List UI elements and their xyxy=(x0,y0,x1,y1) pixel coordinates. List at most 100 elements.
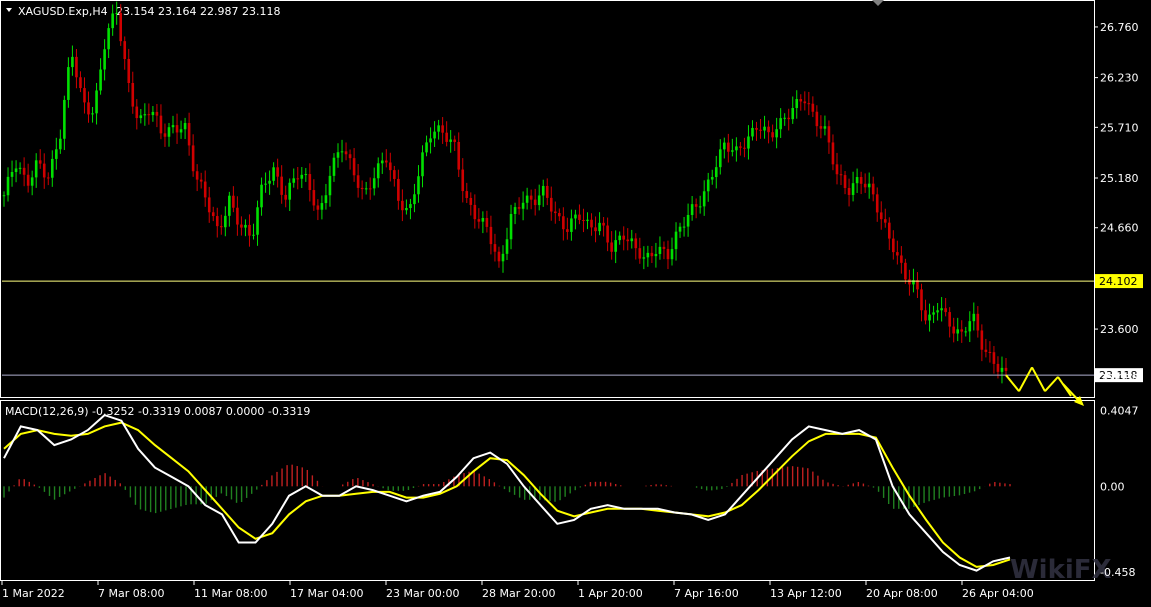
macd-layer xyxy=(3,413,1011,572)
candle-body xyxy=(320,203,324,210)
candle-body xyxy=(831,142,835,165)
candle-body xyxy=(638,248,642,259)
price-levels-layer: 24.10223.118 xyxy=(2,274,1143,383)
candle-body xyxy=(674,231,678,250)
candle-body xyxy=(646,252,650,258)
candle-body xyxy=(252,234,255,236)
candle-body xyxy=(630,238,634,242)
candle-body xyxy=(2,195,6,197)
candle-body xyxy=(384,160,388,163)
candle-body xyxy=(348,154,352,159)
candle-body xyxy=(924,310,927,321)
candle-body xyxy=(529,195,533,200)
candle-body xyxy=(634,238,638,249)
time-tick-label: 28 Mar 20:00 xyxy=(482,587,555,600)
candle-body xyxy=(835,164,839,175)
candle-body xyxy=(787,117,790,120)
candle-body xyxy=(670,249,674,260)
candle-body xyxy=(658,246,662,254)
candle-body xyxy=(151,111,155,116)
ohlc-values: 23.154 23.164 22.987 23.118 xyxy=(116,5,280,18)
candle-body xyxy=(509,213,513,240)
time-tick-label: 26 Apr 04:00 xyxy=(962,587,1034,600)
candle-body xyxy=(167,127,171,137)
chart-window[interactable]: XAGUSD.Exp,H4 23.154 23.164 22.987 23.11… xyxy=(0,0,1151,603)
candle-body xyxy=(264,183,267,185)
candle-body xyxy=(207,197,211,213)
time-tick-label: 7 Apr 16:00 xyxy=(674,587,739,600)
candle-body xyxy=(360,187,364,190)
candle-body xyxy=(115,13,118,15)
candle-body xyxy=(191,145,195,172)
candle-body xyxy=(284,194,287,200)
projection-segment xyxy=(1005,374,1020,392)
candle-body xyxy=(139,115,143,119)
candle-body xyxy=(988,351,992,353)
candle-body xyxy=(179,129,183,133)
candle-body xyxy=(606,225,609,243)
candle-body xyxy=(574,214,577,219)
candle-body xyxy=(175,125,179,133)
candle-body xyxy=(111,13,114,29)
candle-body xyxy=(936,310,939,313)
candle-body xyxy=(570,218,573,232)
candle-body xyxy=(731,150,734,152)
candle-body xyxy=(59,138,62,150)
candle-body xyxy=(449,139,452,142)
symbol-menu-triangle-icon[interactable] xyxy=(6,8,12,12)
candle-body xyxy=(268,180,271,184)
candle-body xyxy=(34,160,38,178)
candle-body xyxy=(131,82,135,107)
candle-body xyxy=(694,204,698,207)
candle-body xyxy=(405,208,408,211)
candle-body xyxy=(610,242,613,252)
candle-body xyxy=(220,226,223,228)
candle-body xyxy=(123,41,127,60)
candle-body xyxy=(485,218,489,227)
chart-shift-marker-icon[interactable] xyxy=(872,0,884,6)
candle-body xyxy=(352,158,356,176)
macd-signal-line xyxy=(3,421,1011,568)
candle-body xyxy=(582,220,585,222)
candle-body xyxy=(38,160,42,164)
candle-body xyxy=(783,117,786,119)
candle-body xyxy=(920,289,923,311)
candle-body xyxy=(678,226,682,232)
chart-canvas[interactable]: XAGUSD.Exp,H4 23.154 23.164 22.987 23.11… xyxy=(0,0,1151,603)
candle-body xyxy=(533,199,537,206)
candle-body xyxy=(433,131,436,139)
candle-body xyxy=(586,219,589,221)
candle-body xyxy=(46,177,50,179)
candle-body xyxy=(340,151,344,153)
candle-body xyxy=(199,179,203,182)
candle-body xyxy=(795,99,799,108)
candle-body xyxy=(127,59,131,83)
candle-body xyxy=(67,67,70,100)
projection-segment xyxy=(1018,366,1033,392)
candle-body xyxy=(445,132,448,142)
candle-body xyxy=(888,222,891,239)
candle-body xyxy=(1004,367,1008,371)
time-tick-label: 1 Mar 2022 xyxy=(2,587,65,600)
candle-body xyxy=(441,125,444,133)
candle-body xyxy=(896,252,899,256)
candle-body xyxy=(996,363,1000,372)
candle-body xyxy=(332,157,336,176)
candle-body xyxy=(799,99,803,102)
candle-body xyxy=(578,214,581,221)
candle-body xyxy=(107,28,110,50)
candle-body xyxy=(940,308,943,311)
macd-main-line xyxy=(3,413,1011,572)
price-tick-label: 25.710 xyxy=(1100,121,1139,134)
macd-tick-label: 0.00 xyxy=(1100,480,1125,493)
candle-body xyxy=(481,218,485,222)
candle-body xyxy=(493,244,497,252)
candle-body xyxy=(425,142,428,153)
candle-body xyxy=(779,118,782,130)
price-tick-label: 26.230 xyxy=(1100,72,1139,85)
candle-body xyxy=(75,56,78,78)
candle-body xyxy=(215,216,219,227)
candle-body xyxy=(372,178,376,189)
candle-body xyxy=(811,103,815,112)
candle-body xyxy=(710,177,714,180)
